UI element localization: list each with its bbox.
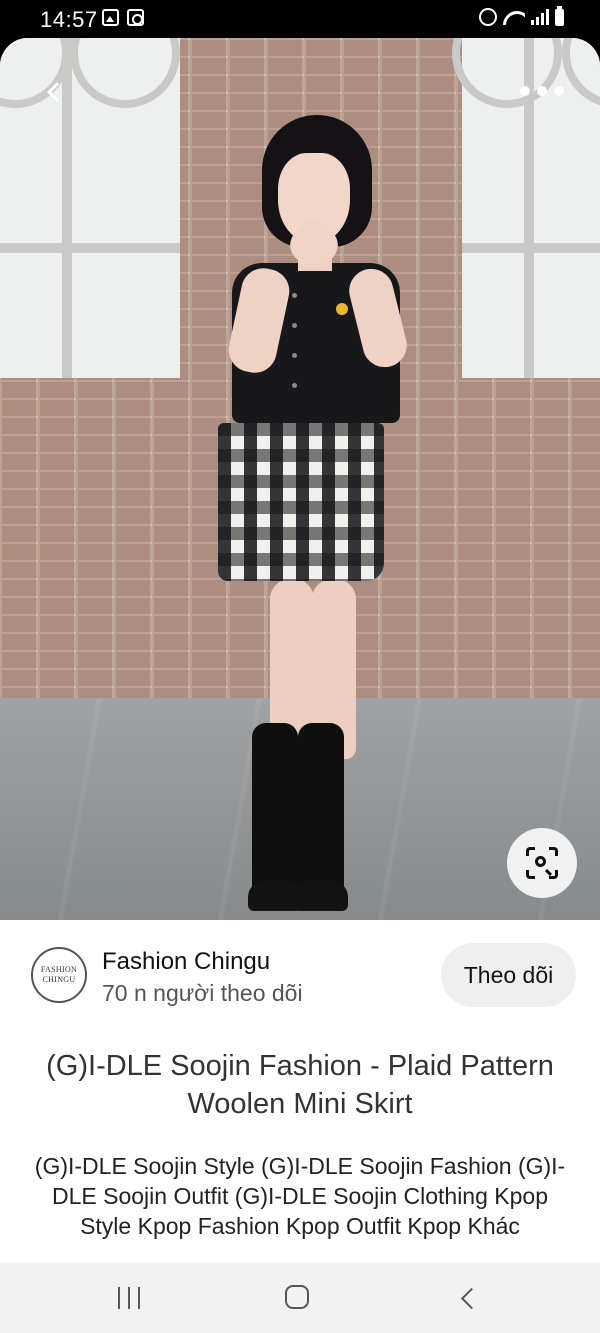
creator-name[interactable]: Fashion Chingu — [102, 948, 270, 976]
avatar[interactable]: FASHION CHINGU — [31, 947, 87, 1003]
pin-title: (G)I-DLE Soojin Fashion - Plaid Pattern … — [46, 1050, 554, 1120]
recent-apps-icon[interactable] — [118, 1287, 140, 1309]
back-icon[interactable] — [458, 1287, 480, 1309]
alarm-icon — [479, 8, 497, 26]
system-nav-bar — [0, 1263, 600, 1333]
model-figure — [200, 113, 412, 911]
pin-detail-card: FASHION CHINGU Fashion Chingu 70 n người… — [0, 38, 600, 1263]
pin-description: (G)I-DLE Soojin Style (G)I-DLE Soojin Fa… — [34, 1153, 566, 1239]
status-left-icons — [102, 9, 144, 26]
wifi-icon — [503, 9, 525, 25]
status-bar: 14:57 — [0, 0, 600, 38]
screen-record-icon — [127, 9, 144, 26]
chevron-left-icon[interactable] — [34, 72, 74, 112]
plaid-skirt — [218, 423, 384, 581]
window-left — [0, 38, 180, 378]
battery-icon — [555, 5, 564, 26]
avatar-text-line2: CHINGU — [42, 975, 76, 984]
visual-search-button[interactable] — [507, 828, 577, 898]
creator-row: FASHION CHINGU Fashion Chingu 70 n người… — [31, 943, 576, 1009]
pin-image[interactable] — [0, 38, 600, 920]
follower-count: 70 n người theo dõi — [102, 980, 303, 1006]
follow-button[interactable]: Theo dõi — [441, 943, 576, 1007]
status-time: 14:57 — [40, 7, 98, 32]
more-horizontal-icon[interactable] — [520, 78, 564, 104]
lens-search-icon — [526, 847, 558, 879]
home-icon[interactable] — [285, 1285, 309, 1309]
status-right-icons — [479, 5, 564, 26]
gallery-icon — [102, 9, 119, 26]
avatar-text-line1: FASHION — [40, 965, 78, 974]
signal-icon — [531, 9, 549, 25]
